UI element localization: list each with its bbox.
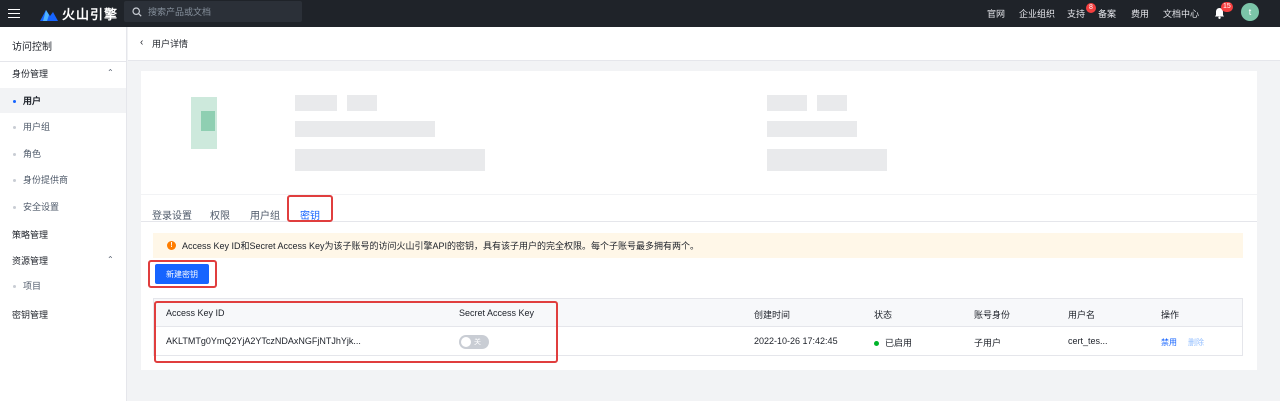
search-input[interactable] (148, 6, 288, 17)
page-header: ‹ 用户详情 (128, 27, 1280, 61)
bullet-icon (13, 179, 16, 182)
column-header: 创建时间 (754, 310, 791, 320)
account-identity: 子用户 (974, 338, 1002, 348)
tab-permissions[interactable]: 权限 (210, 207, 230, 222)
bullet-icon (13, 285, 16, 288)
sidebar-group-identity[interactable]: 身份管理 (12, 67, 48, 80)
delete-link[interactable]: 删除 (1188, 337, 1204, 348)
nav-org[interactable]: 企业组织 (1019, 0, 1055, 27)
blurred-text (817, 95, 847, 111)
column-header: 状态 (874, 310, 893, 320)
sidebar-title: 访问控制 (12, 42, 52, 53)
sidebar-item-label: 项目 (23, 281, 42, 291)
sidebar-item-label: 用户组 (23, 122, 51, 132)
blurred-text (767, 121, 857, 137)
bullet-icon (13, 100, 16, 103)
notice-text: Access Key ID和Secret Access Key为该子账号的访问火… (182, 241, 700, 251)
username: cert_tes... (1068, 336, 1108, 346)
blurred-avatar-detail (201, 111, 215, 131)
sidebar-item-user-groups[interactable]: 用户组 (0, 114, 126, 139)
blurred-text (767, 95, 807, 111)
sidebar-group-resource[interactable]: 资源管理 (12, 254, 48, 267)
warning-icon: ! (167, 241, 176, 250)
bullet-icon (13, 153, 16, 156)
logo-text: 火山引擎 (62, 7, 119, 22)
sidebar-item-users[interactable]: 用户 (0, 88, 126, 113)
blurred-text (295, 121, 435, 137)
notification-badge: 15 (1221, 2, 1233, 12)
chevron-up-icon[interactable]: ⌃ (107, 68, 114, 77)
global-search[interactable] (124, 1, 302, 22)
sidebar-item-key-management[interactable]: 密钥管理 (12, 308, 48, 321)
search-icon (132, 6, 142, 17)
tab-user-groups[interactable]: 用户组 (250, 207, 280, 222)
blurred-text (347, 95, 377, 111)
support-badge: 8 (1086, 3, 1096, 13)
sidebar-item-label: 角色 (23, 149, 42, 159)
status-text: 已启用 (885, 338, 913, 348)
menu-icon[interactable] (0, 0, 28, 27)
nav-official-site[interactable]: 官网 (987, 0, 1005, 27)
back-icon[interactable]: ‹ (140, 37, 143, 48)
bullet-icon (13, 126, 16, 129)
sidebar-item-label: 身份提供商 (23, 175, 69, 185)
column-header: 账号身份 (974, 310, 1011, 320)
sidebar-item-idp[interactable]: 身份提供商 (0, 167, 126, 192)
avatar[interactable]: t (1241, 3, 1259, 21)
blurred-text (295, 95, 337, 111)
top-bar: 火山引擎 官网 企业组织 支持 8 备案 费用 文档中心 15 t (0, 0, 1280, 27)
nav-docs[interactable]: 文档中心 (1163, 0, 1199, 27)
info-notice: ! Access Key ID和Secret Access Key为该子账号的访… (153, 233, 1243, 258)
blurred-text (767, 149, 887, 171)
sidebar-item-roles[interactable]: 角色 (0, 141, 126, 166)
nav-support[interactable]: 支持 (1067, 0, 1085, 27)
column-header: 用户名 (1068, 310, 1096, 320)
user-profile-card (141, 71, 1257, 194)
status-dot-icon (874, 341, 879, 347)
volcano-logo-icon (40, 7, 58, 21)
sidebar-item-label: 用户 (23, 96, 42, 106)
divider (0, 61, 126, 62)
nav-filing[interactable]: 备案 (1098, 0, 1116, 27)
disable-link[interactable]: 禁用 (1161, 337, 1177, 348)
chevron-up-icon[interactable]: ⌃ (107, 255, 114, 264)
sidebar-item-label: 安全设置 (23, 202, 60, 212)
highlight-box-button (148, 260, 217, 288)
bullet-icon (13, 206, 16, 209)
blurred-text (295, 149, 485, 171)
column-header: 操作 (1161, 310, 1180, 320)
logo[interactable]: 火山引擎 (40, 4, 118, 23)
tab-login-settings[interactable]: 登录设置 (152, 207, 192, 222)
sidebar-item-security[interactable]: 安全设置 (0, 194, 126, 219)
sidebar: 访问控制 身份管理 ⌃ 用户 用户组 角色 身份提供商 安全设置 策略管理 资源… (0, 27, 127, 401)
nav-billing[interactable]: 费用 (1131, 0, 1149, 27)
sidebar-item-projects[interactable]: 项目 (0, 273, 126, 298)
status-badge: 已启用 (874, 336, 912, 349)
highlight-box-tab (287, 195, 333, 222)
highlight-box-keys (154, 301, 558, 363)
created-time: 2022-10-26 17:42:45 (754, 336, 838, 346)
page-title: 用户详情 (152, 39, 189, 49)
sidebar-item-policy[interactable]: 策略管理 (12, 228, 48, 241)
